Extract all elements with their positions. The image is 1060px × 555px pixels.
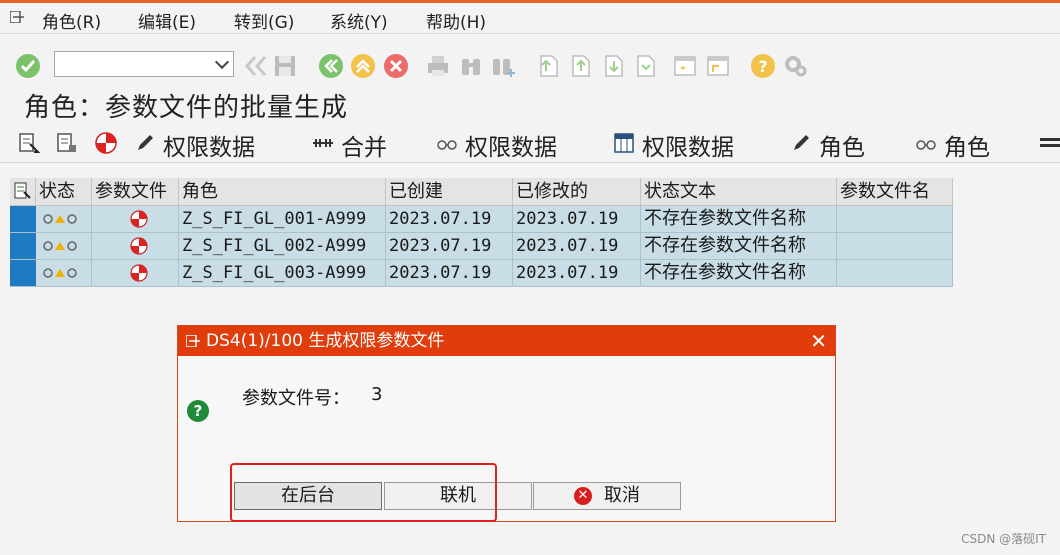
table-row-profile-name bbox=[837, 260, 953, 287]
back-icon[interactable] bbox=[318, 53, 344, 79]
table-row-status bbox=[36, 260, 92, 287]
cancel-x-icon: ✕ bbox=[574, 487, 592, 505]
glasses-icon[interactable] bbox=[436, 132, 458, 154]
role-change-button[interactable]: 角色 bbox=[819, 128, 865, 162]
profile-generate-icon[interactable] bbox=[95, 132, 117, 154]
double-chevron-left-icon[interactable] bbox=[243, 53, 269, 79]
menu-bar: 角色(R) 编辑(E) 转到(G) 系统(Y) 帮助(H) bbox=[0, 3, 1060, 34]
column-header-status-text[interactable]: 状态文本 bbox=[641, 178, 837, 206]
merge-icon[interactable] bbox=[312, 132, 334, 154]
column-header-created[interactable]: 已创建 bbox=[386, 178, 513, 206]
profile-status-icon[interactable] bbox=[130, 210, 148, 228]
dialog-menu-icon[interactable] bbox=[186, 335, 200, 347]
auth-data-change-button[interactable]: 权限数据 bbox=[163, 128, 255, 162]
menu-system[interactable]: 系统(Y) bbox=[330, 8, 388, 33]
highlight-annotation-box bbox=[230, 463, 497, 522]
page-title: 角色：参数文件的批量生成 bbox=[24, 93, 349, 123]
table-row-status-text: 不存在参数文件名称 bbox=[641, 260, 837, 287]
column-header-modified[interactable]: 已修改的 bbox=[513, 178, 641, 206]
cancel-button-label: 取消 bbox=[604, 485, 640, 506]
next-page-icon[interactable] bbox=[600, 53, 626, 79]
profile-number-label: 参数文件号： bbox=[242, 388, 350, 409]
save-icon[interactable] bbox=[272, 53, 298, 79]
gear-icon[interactable] bbox=[782, 53, 808, 79]
table-row-created: 2023.07.19 bbox=[386, 206, 513, 233]
profile-status-icon[interactable] bbox=[130, 264, 148, 282]
table-row-modified: 2023.07.19 bbox=[513, 260, 641, 287]
table-row-status bbox=[36, 233, 92, 260]
column-header-status[interactable]: 状态 bbox=[36, 178, 92, 206]
question-icon: ? bbox=[187, 400, 209, 422]
table-layout-header[interactable] bbox=[10, 178, 36, 206]
table-row-role[interactable]: Z_S_FI_GL_002-A999 bbox=[179, 233, 386, 260]
select-all-rows-icon[interactable] bbox=[14, 182, 32, 200]
help-icon[interactable]: ? bbox=[750, 53, 776, 79]
last-page-icon[interactable] bbox=[632, 53, 658, 79]
menu-options-icon[interactable] bbox=[10, 11, 24, 23]
column-header-profile-name[interactable]: 参数文件名 bbox=[837, 178, 953, 206]
find-next-icon[interactable] bbox=[490, 53, 516, 79]
role-display-button[interactable]: 角色 bbox=[944, 128, 990, 162]
dialog-title-bar[interactable]: DS4(1)/100 生成权限参数文件 ✕ bbox=[178, 326, 835, 356]
table-row-created: 2023.07.19 bbox=[386, 260, 513, 287]
role-display-glasses-icon[interactable] bbox=[915, 132, 937, 154]
watermark: CSDN @落砚IT bbox=[961, 532, 1046, 546]
auth-data-table-button[interactable]: 权限数据 bbox=[642, 128, 734, 162]
find-icon[interactable] bbox=[458, 53, 484, 79]
more-menu-icon[interactable] bbox=[1038, 132, 1060, 154]
exit-icon[interactable] bbox=[350, 53, 376, 79]
traffic-light-icon bbox=[43, 241, 77, 251]
table-row-profile-name bbox=[837, 206, 953, 233]
menu-edit[interactable]: 编辑(E) bbox=[138, 8, 196, 33]
traffic-light-icon bbox=[43, 214, 77, 224]
svg-text:?: ? bbox=[758, 57, 767, 76]
table-row-profile[interactable] bbox=[92, 260, 179, 287]
create-session-icon[interactable] bbox=[672, 53, 698, 79]
auth-data-display-button[interactable]: 权限数据 bbox=[465, 128, 557, 162]
menu-role[interactable]: 角色(R) bbox=[42, 8, 101, 33]
pencil-icon[interactable] bbox=[134, 132, 156, 154]
dialog-title: DS4(1)/100 生成权限参数文件 bbox=[206, 331, 445, 351]
table-row-status bbox=[36, 206, 92, 233]
role-edit-pencil-icon[interactable] bbox=[790, 132, 812, 154]
application-toolbar: 权限数据 合并 权限数据 权限数据 角色 角色 bbox=[0, 124, 1060, 163]
table-row-status-text: 不存在参数文件名称 bbox=[641, 233, 837, 260]
table-row-profile[interactable] bbox=[92, 233, 179, 260]
chevron-down-icon[interactable] bbox=[214, 54, 230, 70]
cancel-button[interactable]: ✕ 取消 bbox=[533, 482, 681, 510]
row-selector[interactable] bbox=[10, 206, 36, 233]
table-row-created: 2023.07.19 bbox=[386, 233, 513, 260]
menu-goto[interactable]: 转到(G) bbox=[234, 8, 294, 33]
traffic-light-icon bbox=[43, 268, 77, 278]
merge-button[interactable]: 合并 bbox=[341, 128, 387, 162]
column-header-role[interactable]: 角色 bbox=[179, 178, 386, 206]
table-row-role[interactable]: Z_S_FI_GL_001-A999 bbox=[179, 206, 386, 233]
print-icon[interactable] bbox=[425, 53, 451, 79]
deselect-all-icon[interactable] bbox=[56, 132, 78, 154]
profile-number-value: 3 bbox=[371, 384, 383, 405]
row-selector[interactable] bbox=[10, 260, 36, 287]
select-all-icon[interactable] bbox=[18, 132, 40, 154]
table-row-modified: 2023.07.19 bbox=[513, 206, 641, 233]
table-row-modified: 2023.07.19 bbox=[513, 233, 641, 260]
close-icon[interactable]: ✕ bbox=[810, 326, 827, 356]
command-field[interactable] bbox=[54, 51, 234, 77]
menu-help[interactable]: 帮助(H) bbox=[426, 8, 486, 33]
table-row-profile[interactable] bbox=[92, 206, 179, 233]
table-icon[interactable] bbox=[613, 132, 635, 154]
previous-page-icon[interactable] bbox=[567, 53, 593, 79]
table-row-profile-name bbox=[837, 233, 953, 260]
enter-check-icon[interactable] bbox=[15, 53, 41, 79]
profile-status-icon[interactable] bbox=[130, 237, 148, 255]
row-selector[interactable] bbox=[10, 233, 36, 260]
column-header-profile[interactable]: 参数文件 bbox=[92, 178, 179, 206]
create-shortcut-icon[interactable] bbox=[705, 53, 731, 79]
table-row-status-text: 不存在参数文件名称 bbox=[641, 206, 837, 233]
cancel-icon[interactable] bbox=[383, 53, 409, 79]
table-row-role[interactable]: Z_S_FI_GL_003-A999 bbox=[179, 260, 386, 287]
first-page-icon[interactable] bbox=[535, 53, 561, 79]
